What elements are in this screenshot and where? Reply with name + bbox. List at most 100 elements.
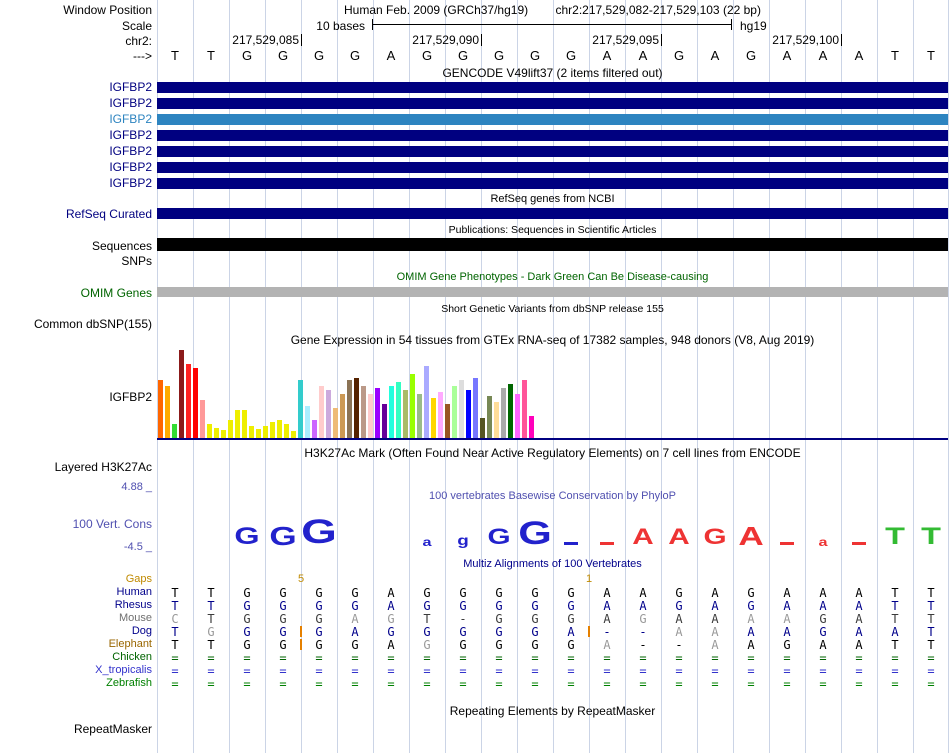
ref-base: A: [373, 48, 409, 63]
gtex-expression-bar[interactable]: [529, 416, 534, 438]
alignment-base: -: [625, 638, 661, 652]
gtex-expression-bar[interactable]: [382, 404, 387, 438]
gtex-expression-bar[interactable]: [305, 406, 310, 438]
alignment-base: C: [157, 612, 193, 626]
track-label-layered-h3k27ac[interactable]: Layered H3K27Ac: [55, 460, 152, 474]
gtex-expression-bar[interactable]: [368, 394, 373, 438]
gtex-expression-bar[interactable]: [333, 408, 338, 438]
track-label-common-dbsnp[interactable]: Common dbSNP(155): [34, 317, 152, 331]
gtex-expression-bar[interactable]: [277, 420, 282, 438]
alignment-base: =: [157, 677, 193, 691]
refseq-gene-bar[interactable]: [157, 208, 948, 219]
gtex-expression-bar[interactable]: [487, 396, 492, 438]
publications-sequence-bar[interactable]: [157, 238, 948, 251]
track-label-gtex-gene[interactable]: IGFBP2: [109, 390, 152, 404]
gtex-expression-bar[interactable]: [298, 380, 303, 438]
gtex-expression-bar[interactable]: [480, 418, 485, 438]
species-label[interactable]: Dog: [132, 625, 152, 637]
track-label-omim-genes[interactable]: OMIM Genes: [81, 286, 152, 300]
track-label-gencode-gene[interactable]: IGFBP2: [109, 176, 152, 190]
gtex-expression-bar[interactable]: [263, 426, 268, 438]
gtex-expression-bar[interactable]: [207, 424, 212, 438]
gencode-gene-bar[interactable]: [157, 178, 948, 189]
gtex-expression-bar[interactable]: [410, 374, 415, 438]
gtex-expression-bar[interactable]: [424, 366, 429, 438]
track-label-refseq-curated[interactable]: RefSeq Curated: [66, 207, 152, 221]
gtex-expression-bar[interactable]: [284, 424, 289, 438]
gtex-expression-bar[interactable]: [158, 380, 163, 438]
gencode-gene-bar[interactable]: [157, 114, 948, 125]
gtex-expression-bar[interactable]: [494, 402, 499, 438]
gencode-gene-bar[interactable]: [157, 130, 948, 141]
gtex-expression-bar[interactable]: [214, 428, 219, 438]
alignment-base: G: [229, 599, 265, 613]
gtex-expression-bar[interactable]: [403, 390, 408, 438]
gtex-expression-bar[interactable]: [172, 424, 177, 438]
alignment-base: G: [661, 586, 697, 600]
gtex-expression-bar[interactable]: [466, 390, 471, 438]
gtex-expression-bar[interactable]: [200, 400, 205, 438]
gtex-expression-bar[interactable]: [235, 410, 240, 438]
gtex-expression-bar[interactable]: [165, 386, 170, 438]
gtex-expression-bar[interactable]: [186, 364, 191, 438]
gencode-gene-bar[interactable]: [157, 98, 948, 109]
gtex-expression-bar[interactable]: [473, 378, 478, 438]
species-label[interactable]: Mouse: [119, 612, 152, 624]
track-label-gencode-gene[interactable]: IGFBP2: [109, 112, 152, 126]
gtex-expression-bar[interactable]: [221, 430, 226, 438]
gtex-expression-bar[interactable]: [396, 382, 401, 438]
gtex-expression-bar[interactable]: [354, 378, 359, 438]
species-label[interactable]: Chicken: [112, 651, 152, 663]
track-label-sequences[interactable]: Sequences: [92, 239, 152, 253]
track-label-gencode-gene[interactable]: IGFBP2: [109, 128, 152, 142]
gtex-expression-bar[interactable]: [242, 410, 247, 438]
track-label-gencode-gene[interactable]: IGFBP2: [109, 80, 152, 94]
track-label-snps[interactable]: SNPs: [121, 254, 152, 268]
species-label[interactable]: Elephant: [109, 638, 152, 650]
gtex-expression-bar[interactable]: [319, 386, 324, 438]
gtex-expression-bar[interactable]: [193, 368, 198, 438]
gtex-expression-bar[interactable]: [389, 386, 394, 438]
gtex-expression-bar[interactable]: [508, 384, 513, 438]
species-label[interactable]: Zebrafish: [106, 677, 152, 689]
gtex-expression-bar[interactable]: [431, 398, 436, 438]
gencode-gene-bar[interactable]: [157, 162, 948, 173]
gtex-expression-bar[interactable]: [312, 420, 317, 438]
gtex-expression-bar[interactable]: [417, 394, 422, 438]
gtex-expression-bar[interactable]: [438, 392, 443, 438]
gtex-expression-bar[interactable]: [179, 350, 184, 438]
gtex-expression-bar[interactable]: [522, 380, 527, 438]
gtex-expression-bar[interactable]: [249, 426, 254, 438]
gtex-expression-bar[interactable]: [291, 431, 296, 438]
track-label-gaps[interactable]: Gaps: [126, 573, 152, 585]
species-label[interactable]: X_tropicalis: [95, 664, 152, 676]
gtex-expression-bar[interactable]: [515, 394, 520, 438]
track-label-repeatmasker[interactable]: RepeatMasker: [74, 722, 152, 736]
gtex-expression-bar[interactable]: [375, 388, 380, 438]
track-label-gencode-gene[interactable]: IGFBP2: [109, 96, 152, 110]
gtex-expression-bar[interactable]: [270, 422, 275, 438]
alignment-base: T: [913, 612, 949, 626]
gencode-gene-bar[interactable]: [157, 82, 948, 93]
gtex-expression-bar[interactable]: [361, 386, 366, 438]
gtex-expression-bar[interactable]: [228, 420, 233, 438]
alignment-base: =: [589, 664, 625, 678]
insertion-mark: [300, 626, 302, 637]
gtex-expression-bar[interactable]: [452, 386, 457, 438]
species-label[interactable]: Rhesus: [115, 599, 152, 611]
gtex-expression-bar[interactable]: [256, 429, 261, 438]
species-label[interactable]: Human: [117, 586, 152, 598]
ref-base: T: [157, 48, 193, 63]
gencode-gene-bar[interactable]: [157, 146, 948, 157]
track-label-100-vert-cons[interactable]: 100 Vert. Cons: [73, 517, 152, 531]
track-label-gencode-gene[interactable]: IGFBP2: [109, 144, 152, 158]
gtex-expression-bar[interactable]: [459, 380, 464, 438]
gtex-expression-bar[interactable]: [445, 404, 450, 438]
alignment-base: G: [805, 625, 841, 639]
gtex-expression-bar[interactable]: [501, 388, 506, 438]
track-label-gencode-gene[interactable]: IGFBP2: [109, 160, 152, 174]
gtex-expression-bar[interactable]: [347, 380, 352, 438]
gtex-expression-bar[interactable]: [340, 394, 345, 438]
gtex-expression-bar[interactable]: [326, 390, 331, 438]
omim-gene-bar[interactable]: [157, 287, 948, 297]
